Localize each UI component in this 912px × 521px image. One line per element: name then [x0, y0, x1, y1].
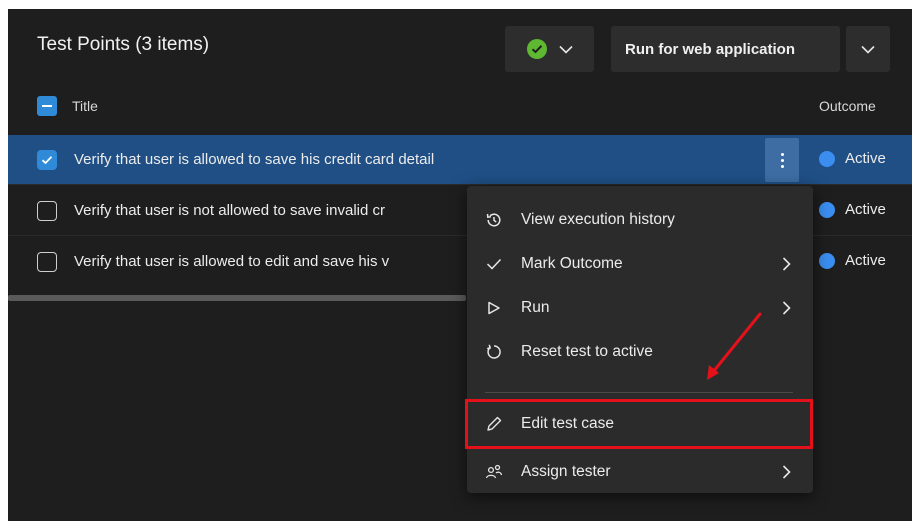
outcome-status: Active — [819, 201, 886, 218]
table-header: Title Outcome — [8, 87, 912, 123]
menu-item-run[interactable]: Run — [467, 286, 813, 330]
outcome-filter-button[interactable] — [505, 26, 594, 72]
menu-item-reset-test[interactable]: Reset test to active — [467, 330, 813, 374]
outcome-status: Active — [819, 252, 886, 269]
menu-item-label: Assign tester — [521, 463, 611, 480]
menu-item-label: Mark Outcome — [521, 255, 623, 272]
row-title[interactable]: Verify that user is allowed to edit and … — [74, 253, 389, 270]
history-icon — [485, 211, 503, 229]
run-for-web-app-button[interactable]: Run for web application — [611, 26, 840, 72]
row-checkbox[interactable] — [37, 252, 57, 272]
chevron-right-icon — [779, 300, 793, 316]
menu-item-assign-tester[interactable]: Assign tester — [467, 450, 813, 494]
column-header-outcome[interactable]: Outcome — [819, 98, 876, 114]
context-menu: View execution history Mark Outcome Run — [465, 186, 813, 494]
menu-item-mark-outcome[interactable]: Mark Outcome — [467, 242, 813, 286]
chevron-down-icon — [861, 45, 875, 54]
chevron-right-icon — [779, 464, 793, 480]
row-title[interactable]: Verify that user is not allowed to save … — [74, 202, 385, 219]
horizontal-scrollbar[interactable] — [8, 295, 466, 301]
column-header-title[interactable]: Title — [72, 98, 98, 114]
menu-item-label: View execution history — [521, 211, 675, 228]
outcome-label: Active — [845, 150, 886, 167]
menu-item-view-execution-history[interactable]: View execution history — [467, 198, 813, 242]
chevron-down-icon — [558, 45, 573, 54]
more-actions-button[interactable] — [765, 138, 799, 182]
status-dot-icon — [819, 201, 835, 218]
outcome-label: Active — [845, 201, 886, 218]
run-options-dropdown[interactable] — [846, 26, 890, 72]
row-title[interactable]: Verify that user is allowed to save his … — [74, 151, 434, 168]
menu-divider — [485, 392, 793, 393]
test-points-panel: Test Points (3 items) Run for web applic… — [8, 9, 912, 521]
outcome-label: Active — [845, 252, 886, 269]
menu-item-label: Reset test to active — [521, 343, 653, 360]
page-title: Test Points (3 items) — [37, 34, 210, 55]
reset-icon — [485, 343, 503, 361]
menu-item-edit-test-case[interactable]: Edit test case — [465, 399, 813, 449]
play-icon — [485, 299, 503, 317]
row-checkbox[interactable] — [37, 201, 57, 221]
pencil-icon — [485, 415, 503, 433]
assign-tester-icon — [485, 463, 503, 481]
status-dot-icon — [819, 252, 835, 269]
passed-status-icon — [526, 39, 547, 59]
menu-item-label: Run — [521, 299, 550, 316]
select-all-checkbox[interactable] — [37, 96, 57, 116]
check-icon — [485, 255, 503, 273]
chevron-right-icon — [779, 256, 793, 272]
outcome-status: Active — [819, 150, 886, 167]
row-checkbox[interactable] — [37, 150, 57, 170]
table-row[interactable]: Verify that user is allowed to save his … — [8, 135, 912, 185]
status-dot-icon — [819, 150, 835, 167]
menu-item-label: Edit test case — [521, 415, 615, 432]
